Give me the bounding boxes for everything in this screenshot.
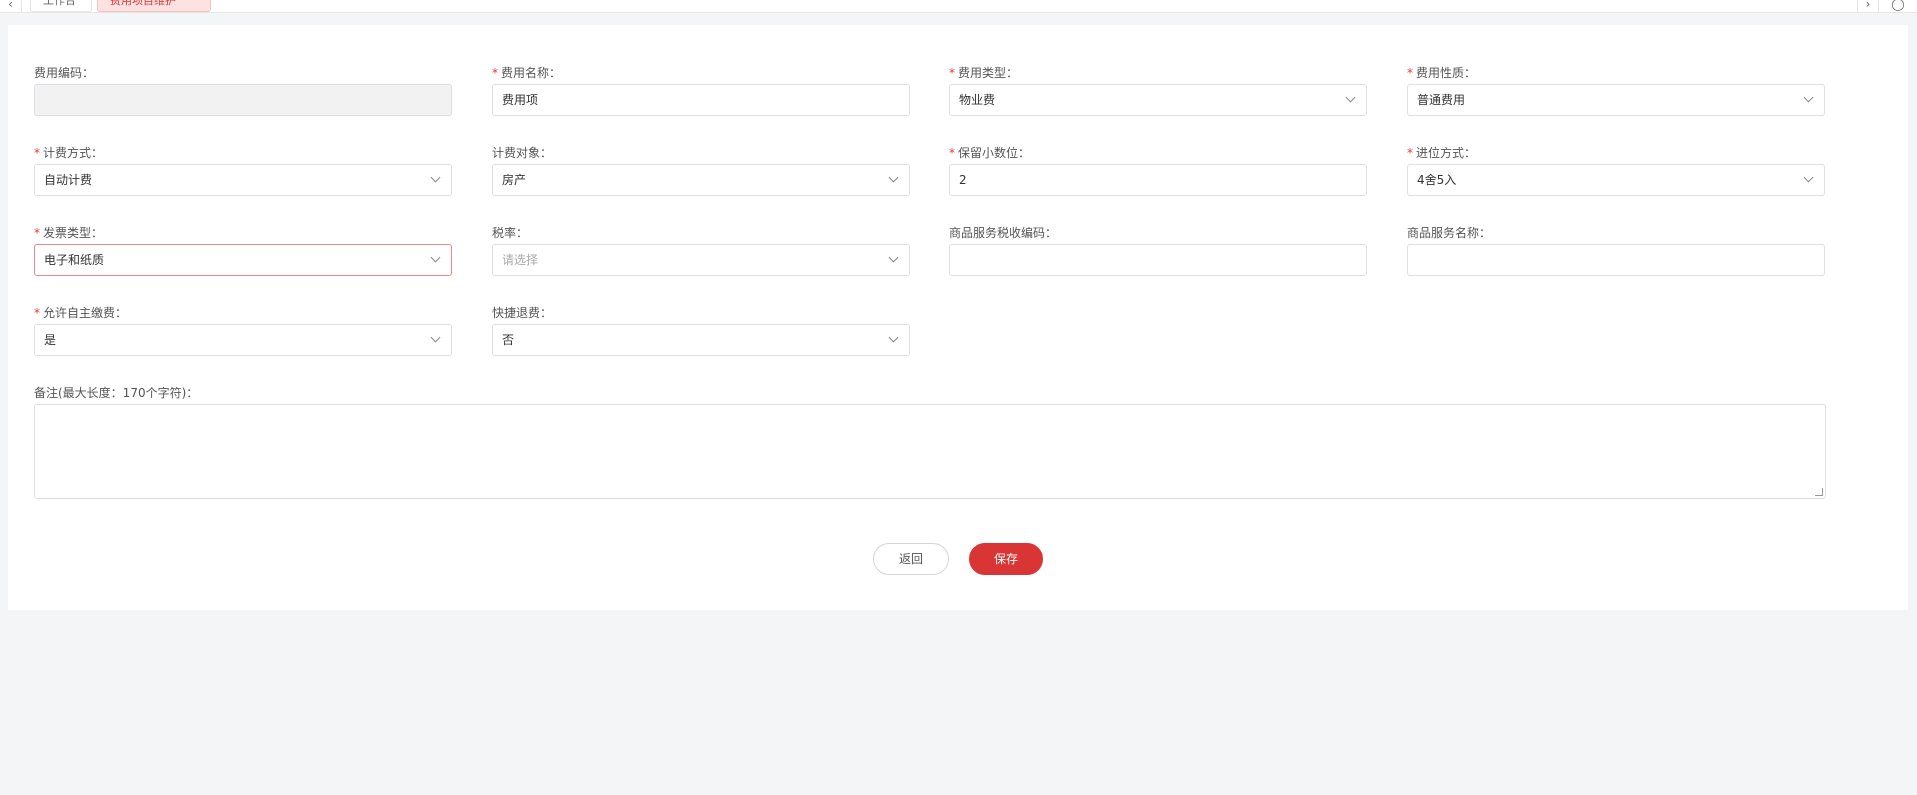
required-mark: * <box>949 146 955 160</box>
billing-method-label: * 计费方式： <box>34 146 104 160</box>
required-mark: * <box>492 66 498 80</box>
fee-name-label: * 费用名称： <box>492 66 562 80</box>
billing-object-select[interactable]: 房产 <box>492 164 910 196</box>
billing-method-select[interactable]: 自动计费 <box>34 164 452 196</box>
service-name-label: 商品服务名称： <box>1407 226 1492 240</box>
required-mark: * <box>1407 146 1413 160</box>
resize-handle-icon[interactable] <box>1815 488 1823 496</box>
tax-code-input[interactable] <box>949 244 1367 276</box>
chevron-down-icon <box>888 172 899 183</box>
required-mark: * <box>34 146 40 160</box>
chevron-down-icon <box>888 252 899 263</box>
invoice-type-select[interactable]: 电子和纸质 <box>34 244 452 276</box>
chevron-down-icon <box>1803 172 1814 183</box>
quick-refund-select[interactable]: 否 <box>492 324 910 356</box>
required-mark: * <box>949 66 955 80</box>
tab-workbench[interactable]: 工作台 <box>30 0 92 12</box>
required-mark: * <box>34 226 40 240</box>
fee-item-form: 费用编码： * 费用名称： 费用项 * 费用类型： 物业费 * 费用性质： 普通费用 … <box>8 25 1908 610</box>
tab-fee-item[interactable]: 费用项目维护 <box>97 0 211 12</box>
tax-code-label: 商品服务税收编码： <box>949 226 1058 240</box>
back-button[interactable]: 返回 <box>873 543 949 575</box>
fee-type-label: * 费用类型： <box>949 66 1019 80</box>
close-circle-icon[interactable]: ◯ <box>1887 0 1909 13</box>
chevron-down-icon <box>1803 92 1814 103</box>
save-button[interactable]: 保存 <box>969 543 1043 575</box>
required-mark: * <box>1407 66 1413 80</box>
fee-code-input <box>34 84 452 116</box>
fee-type-select[interactable]: 物业费 <box>949 84 1367 116</box>
decimal-places-label: * 保留小数位： <box>949 146 1031 160</box>
self-pay-label: * 允许自主缴费： <box>34 306 128 320</box>
rounding-mode-select[interactable]: 4舍5入 <box>1407 164 1825 196</box>
tax-rate-select[interactable]: 请选择 <box>492 244 910 276</box>
chevron-left-icon[interactable]: ‹ <box>0 0 22 13</box>
self-pay-select[interactable]: 是 <box>34 324 452 356</box>
fee-nature-label: * 费用性质： <box>1407 66 1477 80</box>
chevron-down-icon <box>1345 92 1356 103</box>
chevron-down-icon <box>430 172 441 183</box>
decimal-places-input[interactable]: 2 <box>949 164 1367 196</box>
tax-rate-label: 税率： <box>492 226 529 240</box>
chevron-down-icon <box>430 332 441 343</box>
fee-name-input[interactable]: 费用项 <box>492 84 910 116</box>
billing-object-label: 计费对象： <box>492 146 553 160</box>
service-name-input[interactable] <box>1407 244 1825 276</box>
rounding-mode-label: * 进位方式： <box>1407 146 1477 160</box>
chevron-down-icon <box>888 332 899 343</box>
required-mark: * <box>34 306 40 320</box>
fee-nature-select[interactable]: 普通费用 <box>1407 84 1825 116</box>
invoice-type-label: * 发票类型： <box>34 226 104 240</box>
remark-textarea[interactable] <box>34 404 1826 499</box>
quick-refund-label: 快捷退费： <box>492 306 553 320</box>
remark-label: 备注(最大长度：170个字符)： <box>34 386 199 400</box>
tab-strip: ‹ 工作台 费用项目维护 › ◯ <box>0 0 1917 13</box>
fee-code-label: 费用编码： <box>34 66 95 80</box>
chevron-right-icon[interactable]: › <box>1857 0 1879 13</box>
chevron-down-icon <box>430 252 441 263</box>
